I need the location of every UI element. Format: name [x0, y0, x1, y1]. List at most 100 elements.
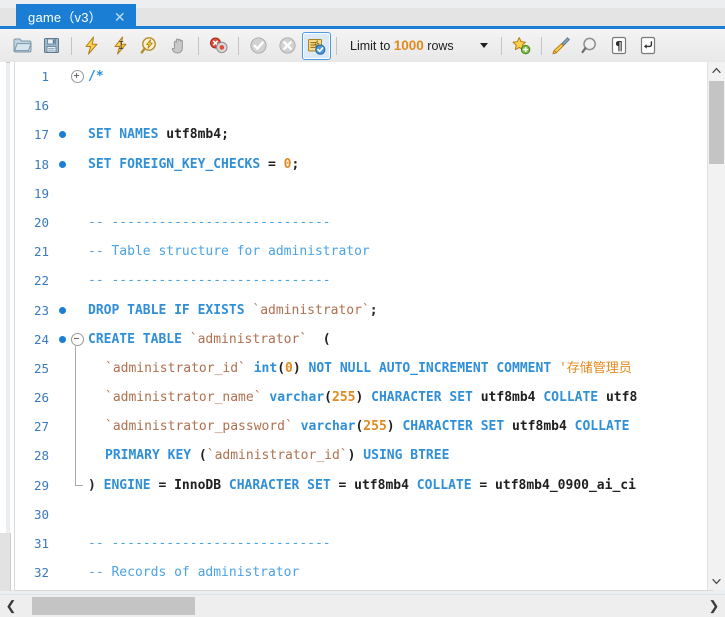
fold-expand-icon[interactable] — [70, 62, 84, 91]
token-id: `administrator_name` — [105, 390, 262, 406]
code-line[interactable]: 18 SET FOREIGN_KEY_CHECKS = 0; — [15, 150, 712, 179]
editor-tab-bar: game（v3） ✕ — [0, 0, 725, 29]
fold-collapse-icon[interactable] — [70, 325, 84, 354]
explain-statement-icon — [140, 36, 159, 55]
statement-dot — [58, 335, 66, 343]
code-line[interactable]: 22 -- ---------------------------- — [15, 266, 712, 295]
editor-left-margin — [0, 62, 6, 533]
scroll-down-button[interactable] — [708, 573, 725, 590]
statement-marker-icon — [56, 150, 68, 179]
open-sql-script-icon — [13, 37, 32, 54]
sql-editor-text-area[interactable]: 1 /* 16 17 SET NAMES utf8mb4; 18 SET FOREIGN_K… — [14, 62, 713, 591]
code-line[interactable]: 26 `administrator_name` varchar(255) CHAR… — [15, 383, 712, 412]
token-cm: -- ---------------------------- — [88, 214, 331, 230]
code-text: -- Table structure for administrator — [88, 237, 370, 266]
code-line[interactable]: 23 DROP TABLE IF EXISTS `administrator`; — [15, 296, 712, 325]
token-pl: utf8mb4 — [480, 390, 544, 406]
token-op: ) — [347, 448, 364, 464]
token-pl: utf8mb4 — [354, 477, 417, 493]
explain-statement-button[interactable] — [135, 32, 164, 60]
sql-editor-window: game（v3） ✕ Limit to 1000 rows ¶ 1 /* 16 … — [0, 0, 725, 617]
code-text: -- ---------------------------- — [88, 208, 331, 237]
code-line[interactable]: 24 CREATE TABLE `administrator` ( — [15, 325, 712, 354]
code-line[interactable]: 32 -- Records of administrator — [15, 558, 712, 587]
code-line[interactable]: 33 -- ---------------------------- — [15, 587, 712, 590]
horizontal-scrollbar[interactable]: ❮ ❯ — [0, 594, 725, 617]
code-line[interactable]: 30 — [15, 500, 712, 529]
toggle-word-wrap-button[interactable] — [634, 32, 663, 60]
code-text: -- Records of administrator — [88, 558, 299, 587]
save-script-button[interactable] — [37, 32, 66, 60]
token-id: `administrator_password` — [105, 419, 293, 435]
line-number: 27 — [33, 419, 49, 435]
code-line[interactable]: 16 — [15, 91, 712, 120]
code-line[interactable]: 31 -- ---------------------------- — [15, 529, 712, 558]
line-number: 21 — [33, 244, 49, 260]
token-kw: COLLATE — [543, 390, 606, 406]
save-script-icon — [43, 37, 60, 54]
row-limit-prefix: Limit to — [350, 39, 394, 53]
token-op: ( — [324, 390, 332, 406]
token-num: 255 — [363, 419, 387, 435]
code-line[interactable]: 25 `administrator_id` int(0) NOT NULL AUT… — [15, 354, 712, 383]
token-kw: ENGINE — [103, 477, 159, 493]
statement-marker-icon — [56, 296, 68, 325]
rollback-button[interactable] — [273, 32, 302, 60]
code-line[interactable]: 29) ENGINE = InnoDB CHARACTER SET = utf8… — [15, 471, 712, 500]
line-number: 28 — [33, 448, 49, 464]
code-line[interactable]: 19 — [15, 179, 712, 208]
toggle-autocommit-button[interactable] — [302, 31, 331, 60]
token-op: ) — [386, 419, 403, 435]
code-line[interactable]: 28 PRIMARY KEY (`administrator_id`) USING… — [15, 441, 712, 470]
toolbar-separator — [336, 36, 337, 55]
token-op: = — [479, 477, 496, 493]
code-line[interactable]: 27 `administrator_password` varchar(255) … — [15, 412, 712, 441]
row-limit-value: 1000 — [393, 38, 424, 53]
execute-current-statement-button[interactable] — [106, 32, 135, 60]
vertical-scrollbar[interactable] — [707, 62, 725, 590]
code-lines-container[interactable]: 1 /* 16 17 SET NAMES utf8mb4; 18 SET FOREIGN_K… — [15, 62, 712, 590]
code-text: `administrator_name` varchar(255) CHARAC… — [105, 383, 637, 412]
token-kw: CHARACTER SET — [402, 419, 513, 435]
find-icon — [581, 36, 600, 55]
token-kw: NOT NULL AUTO_INCREMENT COMMENT — [308, 360, 559, 376]
add-snippet-button[interactable] — [507, 32, 536, 60]
code-line[interactable]: 20 -- ---------------------------- — [15, 208, 712, 237]
vertical-scrollbar-thumb[interactable] — [709, 81, 724, 164]
row-limit-select[interactable]: Limit to 1000 rows — [342, 35, 496, 57]
execute-statement-button[interactable] — [77, 32, 106, 60]
horizontal-scrollbar-thumb[interactable] — [32, 597, 195, 615]
stop-execution-button[interactable] — [164, 32, 193, 60]
horizontal-scrollbar-track[interactable] — [22, 595, 703, 617]
toggle-invisible-chars-button[interactable]: ¶ — [605, 32, 634, 60]
token-op: ; — [369, 302, 378, 318]
scroll-left-button[interactable]: ❮ — [0, 595, 22, 617]
scroll-right-button[interactable]: ❯ — [703, 595, 725, 617]
token-kw: /* — [88, 69, 104, 84]
toggle-stop-on-error-button[interactable] — [204, 32, 233, 60]
token-op: ( — [198, 448, 207, 464]
token-num: 0 — [283, 156, 292, 172]
chevron-down-icon[interactable] — [479, 43, 488, 48]
code-line[interactable]: 1 /* — [15, 62, 712, 91]
token-cm: -- Records of administrator — [88, 565, 300, 581]
close-icon[interactable]: ✕ — [112, 10, 128, 24]
statement-marker-icon — [56, 325, 68, 354]
token-kw: USING BTREE — [363, 448, 450, 464]
token-op: ) — [355, 390, 372, 406]
line-number: 29 — [33, 477, 49, 493]
token-kw: PRIMARY KEY — [105, 448, 199, 464]
find-button[interactable] — [576, 32, 605, 60]
beautify-query-button[interactable] — [547, 32, 576, 60]
token-pl: utf8mb4 — [166, 127, 222, 143]
open-sql-script-button[interactable] — [8, 32, 37, 60]
chevron-down-icon — [712, 578, 721, 585]
token-cm: -- Table structure for administrator — [88, 244, 370, 260]
commit-button[interactable] — [244, 32, 273, 60]
side-panel-collapsed-handle[interactable] — [0, 533, 11, 591]
stop-execution-icon — [170, 36, 188, 55]
editor-tab-game-v3[interactable]: game（v3） ✕ — [16, 4, 136, 29]
code-line[interactable]: 21 -- Table structure for administrator — [15, 237, 712, 266]
code-line[interactable]: 17 SET NAMES utf8mb4; — [15, 120, 712, 149]
scroll-up-button[interactable] — [708, 62, 725, 79]
